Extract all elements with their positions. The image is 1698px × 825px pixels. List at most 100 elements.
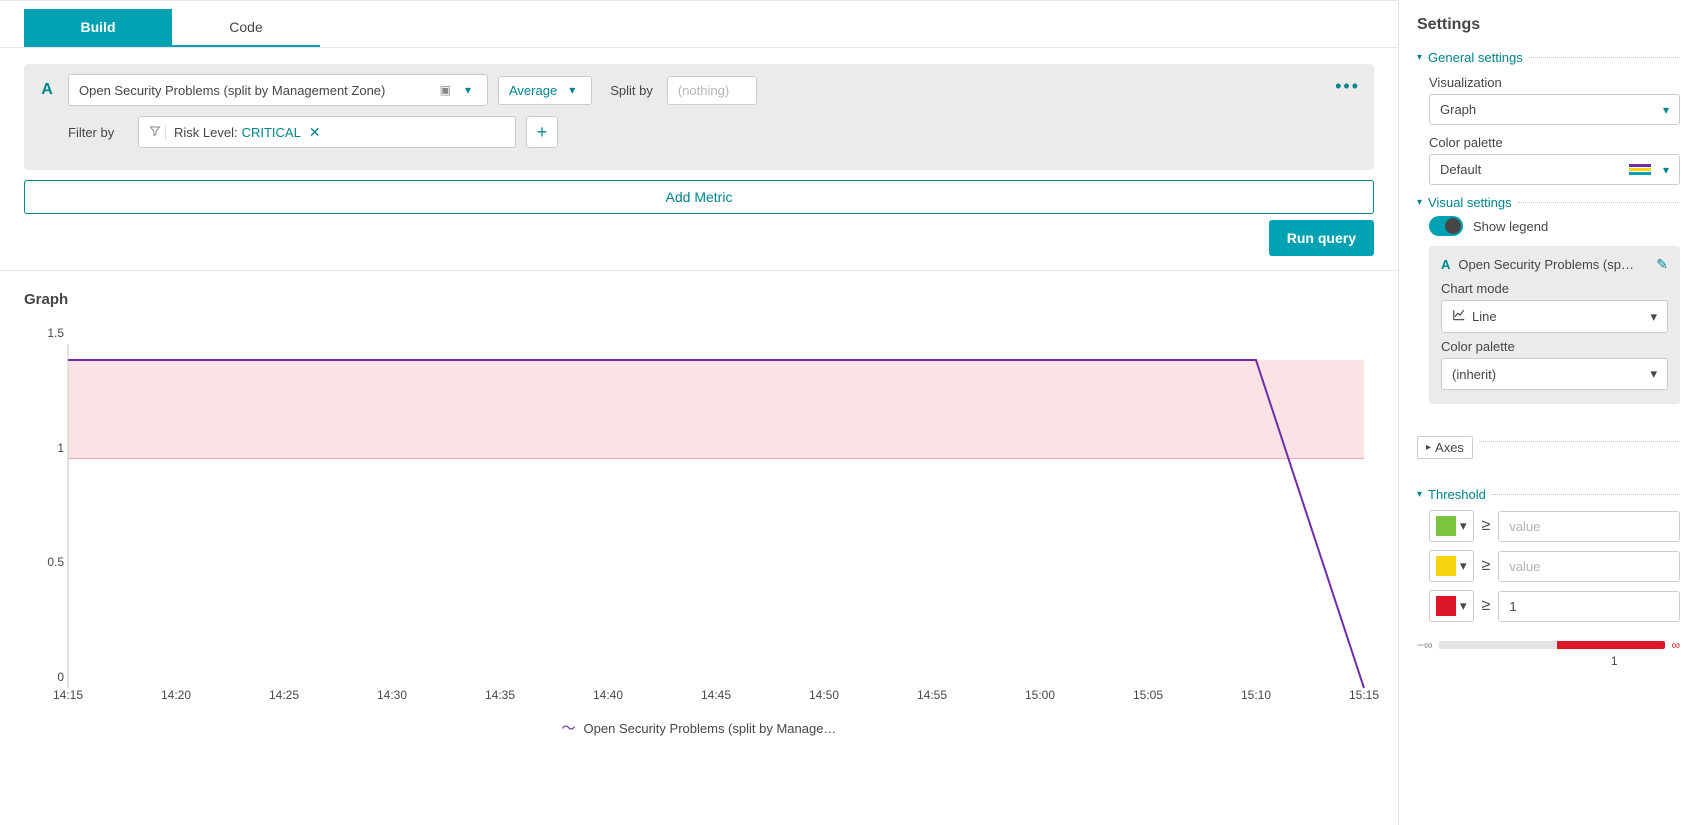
threshold-value-input[interactable]: 1 [1498,591,1680,622]
chevron-down-icon[interactable]: ▾ [459,83,477,97]
tab-code[interactable]: Code [172,9,320,47]
chevron-down-icon: ▾ [1417,489,1422,500]
palette-select[interactable]: Default ▾ [1429,154,1680,185]
run-query-button[interactable]: Run query [1269,220,1374,256]
legend-line-icon: 〜 [562,718,576,738]
chevron-down-icon: ▾ [1460,598,1467,614]
x-tick-label: 14:15 [53,688,83,702]
section-visual-settings[interactable]: ▾ Visual settings [1417,195,1680,210]
metric-info-icon[interactable]: ▣ [440,83,451,97]
chart-mode-select[interactable]: Line ▾ [1441,300,1668,333]
chevron-down-icon: ▾ [1663,163,1669,177]
visualization-select[interactable]: Graph ▾ [1429,94,1680,125]
chevron-down-icon: ▾ [1650,366,1657,382]
chart: 00.511.5 14:1514:2014:2514:3014:3514:401… [24,328,1374,708]
filter-chip: Risk Level: CRITICAL ✕ [174,124,321,141]
visualization-value: Graph [1440,102,1476,117]
splitby-input[interactable]: (nothing) [667,76,757,105]
y-tick-label: 0 [57,670,64,684]
section-general-settings[interactable]: ▾ General settings [1417,50,1680,65]
palette-swatch-icon [1629,164,1651,175]
edit-series-icon[interactable]: ✎ [1656,256,1668,273]
tab-build[interactable]: Build [24,9,172,47]
series-badge: A [1441,257,1450,272]
color-swatch-green [1436,516,1456,536]
chart-mode-label: Chart mode [1441,281,1668,296]
filter-icon [145,125,166,140]
section-threshold[interactable]: ▾ Threshold [1417,487,1680,502]
filter-input[interactable]: Risk Level: CRITICAL ✕ [138,116,516,148]
range-tick-label: 1 [1549,654,1681,668]
splitby-label: Split by [602,83,657,98]
query-badge: A [36,81,58,99]
section-label: General settings [1428,50,1523,65]
add-filter-button[interactable]: + [526,116,558,148]
settings-panel: Settings ▾ General settings Visualizatio… [1398,0,1698,825]
chevron-down-icon: ▾ [1417,197,1422,208]
settings-title: Settings [1417,16,1680,34]
threshold-value-input[interactable]: value [1498,511,1680,542]
chevron-down-icon: ▾ [1663,103,1669,117]
aggregation-select[interactable]: Average ▾ [498,76,592,105]
x-tick-label: 14:50 [809,688,839,702]
threshold-value-input[interactable]: value [1498,551,1680,582]
gte-icon: ≥ [1482,517,1491,535]
series-palette-select[interactable]: (inherit) ▾ [1441,358,1668,390]
query-more-icon[interactable]: ••• [1335,76,1360,97]
remove-filter-icon[interactable]: ✕ [309,124,321,141]
chevron-down-icon: ▾ [1417,52,1422,63]
series-palette-value: (inherit) [1452,367,1496,382]
threshold-color-picker[interactable]: ▾ [1429,510,1474,542]
palette-label: Color palette [1429,135,1680,150]
y-tick-label: 1.5 [47,326,64,340]
threshold-row-green: ▾ ≥ value [1429,510,1680,542]
threshold-row-yellow: ▾ ≥ value [1429,550,1680,582]
y-tick-label: 1 [57,441,64,455]
x-tick-label: 14:20 [161,688,191,702]
x-tick-label: 14:30 [377,688,407,702]
pos-infinity-label: ∞ [1671,638,1680,652]
x-tick-label: 14:40 [593,688,623,702]
threshold-range-bar: −∞ ∞ 1 [1417,638,1680,668]
filter-key: Risk Level: [174,125,238,140]
y-tick-label: 0.5 [47,555,64,569]
threshold-row-red: ▾ ≥ 1 [1429,590,1680,622]
color-swatch-yellow [1436,556,1456,576]
graph-title: Graph [24,291,1374,308]
series-card: A Open Security Problems (sp… ✎ Chart mo… [1429,246,1680,404]
series-palette-label: Color palette [1441,339,1668,354]
metric-name: Open Security Problems (split by Managem… [79,83,432,98]
threshold-color-picker[interactable]: ▾ [1429,590,1474,622]
x-tick-label: 15:15 [1349,688,1379,702]
section-label: Threshold [1428,487,1486,502]
query-builder: A Open Security Problems (split by Manag… [24,64,1374,170]
chevron-down-icon: ▾ [563,83,581,97]
color-swatch-red [1436,596,1456,616]
threshold-color-picker[interactable]: ▾ [1429,550,1474,582]
gte-icon: ≥ [1482,557,1491,575]
section-label: Visual settings [1428,195,1512,210]
x-tick-label: 14:25 [269,688,299,702]
section-axes[interactable]: ▸ Axes [1417,436,1473,459]
palette-value: Default [1440,162,1481,177]
x-tick-label: 14:45 [701,688,731,702]
metric-selector[interactable]: Open Security Problems (split by Managem… [68,74,488,106]
neg-infinity-label: −∞ [1417,638,1433,652]
show-legend-toggle[interactable] [1429,216,1463,236]
filterby-label: Filter by [36,125,128,140]
show-legend-label: Show legend [1473,219,1548,234]
x-tick-label: 15:10 [1241,688,1271,702]
chevron-right-icon: ▸ [1426,442,1431,453]
chevron-down-icon: ▾ [1650,309,1657,325]
axes-label: Axes [1435,440,1464,455]
visualization-label: Visualization [1429,75,1680,90]
line-chart-icon [1452,308,1466,325]
legend-label: Open Security Problems (split by Manage… [584,721,837,736]
add-metric-button[interactable]: Add Metric [24,180,1374,214]
x-tick-label: 15:05 [1133,688,1163,702]
range-track [1439,641,1666,649]
series-name: Open Security Problems (sp… [1458,257,1648,272]
graph-area: Graph 00.511.5 14:1514:2014:2514:3014:35… [0,271,1398,825]
gte-icon: ≥ [1482,597,1491,615]
x-tick-label: 15:00 [1025,688,1055,702]
